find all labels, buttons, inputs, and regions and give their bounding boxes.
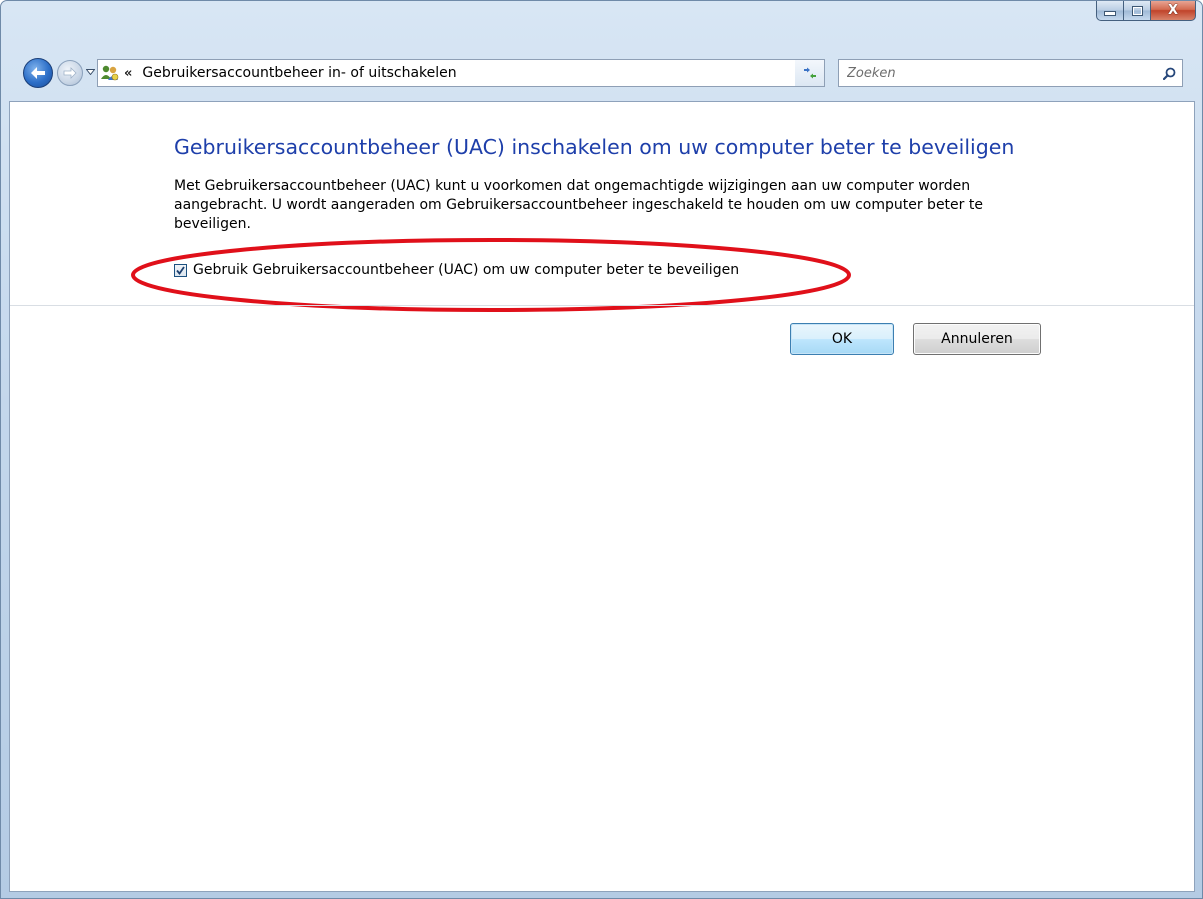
uac-option[interactable]: Gebruik Gebruikersaccountbeheer (UAC) om… (174, 262, 739, 278)
ok-button[interactable]: OK (790, 323, 894, 355)
search-button[interactable] (1156, 60, 1182, 86)
forward-arrow-icon (63, 67, 77, 79)
content-panel: Gebruikersaccountbeheer (UAC) inschakele… (9, 101, 1195, 892)
uac-checkbox-label[interactable]: Gebruik Gebruikersaccountbeheer (UAC) om… (193, 262, 739, 278)
divider (10, 305, 1194, 306)
search-input[interactable] (839, 59, 1156, 87)
uac-settings-window: X « Gebruikersaccountbeheer in- of uitsc… (0, 0, 1203, 899)
window-caption-buttons: X (1096, 1, 1196, 22)
chevron-down-icon (85, 69, 95, 75)
breadcrumb-overflow[interactable]: « (124, 66, 132, 81)
refresh-icon (803, 67, 816, 79)
breadcrumb-current[interactable]: Gebruikersaccountbeheer in- of uitschake… (142, 65, 794, 81)
maximize-icon (1131, 5, 1143, 16)
search-icon (1162, 67, 1175, 80)
navigation-bar: « Gebruikersaccountbeheer in- of uitscha… (23, 55, 1183, 91)
minimize-icon (1104, 11, 1116, 16)
cancel-button[interactable]: Annuleren (913, 323, 1041, 355)
back-arrow-icon (31, 67, 45, 79)
close-button[interactable]: X (1150, 1, 1196, 21)
maximize-button[interactable] (1123, 1, 1150, 21)
recent-pages-dropdown[interactable] (85, 67, 95, 77)
user-accounts-icon (100, 63, 120, 83)
page-title: Gebruikersaccountbeheer (UAC) inschakele… (174, 135, 1015, 159)
refresh-button[interactable] (795, 59, 825, 87)
minimize-button[interactable] (1096, 1, 1123, 21)
search-box (838, 59, 1183, 87)
page-description: Met Gebruikersaccountbeheer (UAC) kunt u… (174, 178, 983, 232)
uac-checkbox[interactable] (174, 263, 187, 277)
forward-button[interactable] (57, 60, 83, 86)
checkmark-icon (176, 265, 185, 275)
address-bar[interactable]: « Gebruikersaccountbeheer in- of uitscha… (97, 59, 813, 87)
close-icon: X (1167, 3, 1179, 18)
back-button[interactable] (23, 58, 53, 88)
